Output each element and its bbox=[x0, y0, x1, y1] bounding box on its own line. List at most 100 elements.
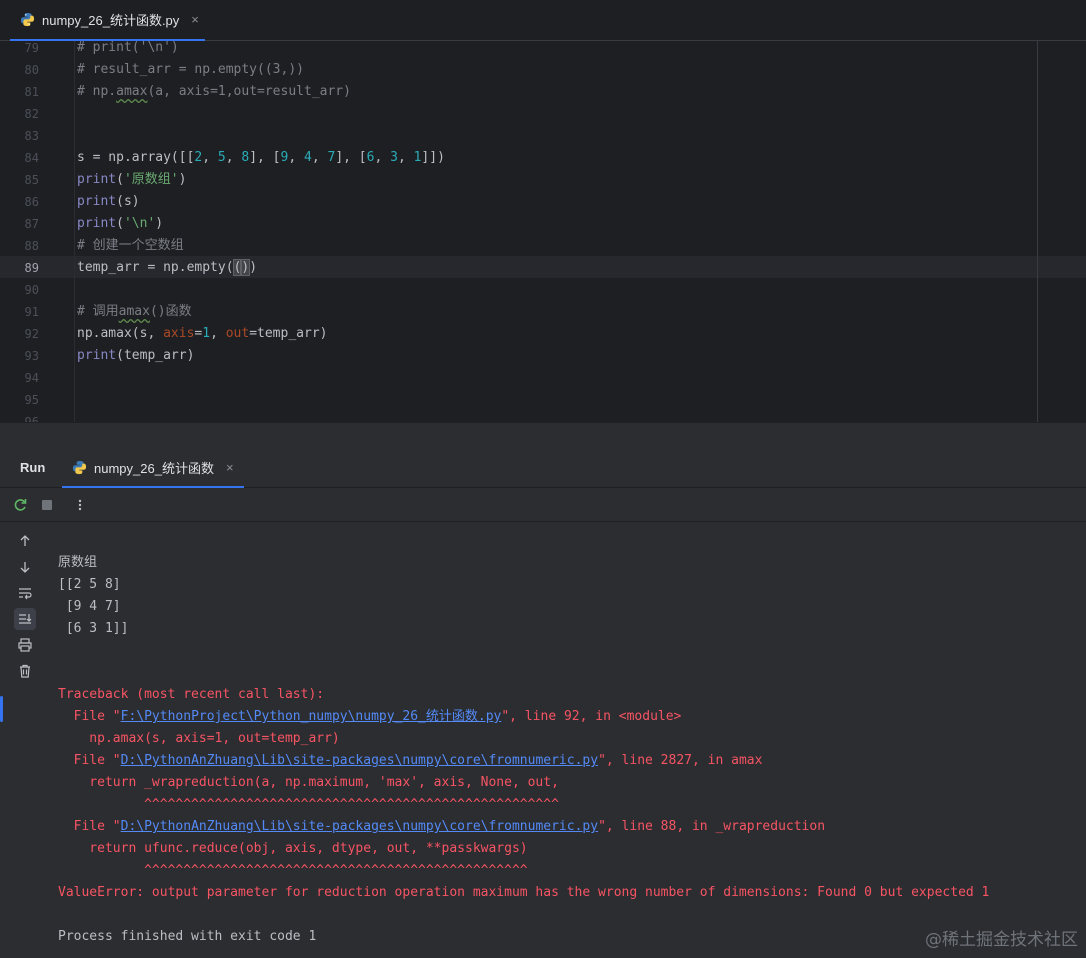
code-token: # np. bbox=[77, 84, 117, 99]
python-file-icon bbox=[20, 12, 35, 27]
code-token: ], [ bbox=[335, 150, 367, 165]
code-token: , bbox=[202, 150, 218, 165]
code-token: print bbox=[77, 172, 117, 187]
code-token: np.amax(s, bbox=[77, 326, 164, 341]
code-token: ], [ bbox=[249, 150, 281, 165]
rerun-icon[interactable] bbox=[11, 496, 29, 514]
file-link[interactable]: F:\PythonProject\Python_numpy\numpy_26_统… bbox=[121, 709, 502, 724]
code-token: s = np.array([[ bbox=[77, 150, 195, 165]
code-token: , bbox=[288, 150, 304, 165]
traceback-text: ", line 92, in <module> bbox=[501, 709, 682, 724]
traceback-text: File " bbox=[58, 819, 121, 834]
editor-tab-label: numpy_26_统计函数.py bbox=[42, 13, 180, 28]
traceback-frame: File "D:\PythonAnZhuang\Lib\site-package… bbox=[58, 816, 825, 838]
code-token: 1 bbox=[202, 326, 211, 341]
code-token: amax bbox=[118, 304, 150, 319]
line-number: 96 bbox=[24, 415, 39, 422]
stop-icon[interactable] bbox=[38, 496, 56, 514]
traceback-code: return ufunc.reduce(obj, axis, dtype, ou… bbox=[58, 841, 528, 856]
code-token: ) bbox=[249, 260, 258, 275]
exit-status: Process finished with exit code 1 bbox=[58, 929, 317, 944]
line-number: 91 bbox=[24, 305, 39, 319]
more-icon[interactable] bbox=[71, 496, 89, 514]
line-number: 81 bbox=[24, 85, 39, 99]
code-token: , bbox=[397, 150, 414, 165]
line-number: 80 bbox=[24, 63, 39, 77]
line-number: 95 bbox=[24, 393, 39, 407]
line-number: 84 bbox=[24, 151, 39, 165]
code-token: , bbox=[225, 150, 242, 165]
code-token: 3 bbox=[390, 150, 398, 165]
code-token: (temp_arr) bbox=[116, 348, 195, 363]
line-number: 93 bbox=[24, 349, 39, 363]
code-line-87: print('\n') bbox=[77, 213, 163, 235]
code-editor[interactable]: 79 80 81 82 83 84 85 86 87 88 89 90 91 9… bbox=[0, 41, 1086, 422]
code-token: temp_arr = np.empty( bbox=[77, 260, 234, 275]
traceback-code: np.amax(s, axis=1, out=temp_arr) bbox=[58, 731, 340, 746]
code-token: out bbox=[225, 326, 250, 341]
console-output[interactable]: 原数组 [[2 5 8] [9 4 7] [6 3 1]] Traceback … bbox=[46, 522, 1086, 958]
print-icon[interactable] bbox=[14, 634, 36, 656]
console-line: 原数组 bbox=[58, 555, 98, 570]
code-token: amax bbox=[116, 84, 148, 99]
run-toolbar bbox=[0, 488, 1086, 522]
error-message: ValueError: output parameter for reducti… bbox=[58, 885, 990, 900]
traceback-carets: ^^^^^^^^^^^^^^^^^^^^^^^^^^^^^^^^^^^^^^^^… bbox=[58, 797, 559, 812]
console-line: [9 4 7] bbox=[58, 599, 121, 614]
soft-wrap-icon[interactable] bbox=[14, 582, 36, 604]
code-token: ( bbox=[116, 216, 124, 231]
code-token: axis bbox=[163, 326, 195, 341]
watermark: @稀土掘金技术社区 bbox=[925, 930, 1078, 950]
close-icon[interactable]: × bbox=[191, 12, 199, 27]
active-tool-indicator bbox=[0, 696, 3, 722]
file-link[interactable]: D:\PythonAnZhuang\Lib\site-packages\nump… bbox=[121, 753, 598, 768]
traceback-text: File " bbox=[58, 709, 121, 724]
code-line-80: # result_arr = np.empty((3,)) bbox=[77, 62, 304, 77]
code-token: print bbox=[77, 194, 117, 209]
console-line: [6 3 1]] bbox=[58, 621, 129, 636]
code-token: ()函数 bbox=[149, 304, 192, 319]
code-token: # 调用 bbox=[77, 304, 119, 319]
trash-icon[interactable] bbox=[14, 660, 36, 682]
code-token: , bbox=[374, 150, 391, 165]
code-line-92: np.amax(s, axis=1, out=temp_arr) bbox=[77, 323, 327, 345]
code-line-84: s = np.array([[2, 5, 8], [9, 4, 7], [6, … bbox=[77, 147, 445, 169]
code-token: '原数组' bbox=[123, 172, 179, 187]
right-margin-guide bbox=[1037, 41, 1038, 422]
code-token: (a, axis=1,out=result_arr) bbox=[147, 84, 351, 99]
traceback-text: ", line 88, in _wrapreduction bbox=[598, 819, 826, 834]
scroll-down-icon[interactable] bbox=[14, 556, 36, 578]
traceback-text: ", line 2827, in amax bbox=[598, 753, 763, 768]
run-title: Run bbox=[20, 460, 46, 475]
run-tool-window-header: Run numpy_26_统计函数 × bbox=[0, 448, 1086, 488]
line-number-gutter: 79 80 81 82 83 84 85 86 87 88 89 90 91 9… bbox=[0, 41, 60, 422]
panel-splitter[interactable] bbox=[0, 422, 1086, 448]
close-icon[interactable]: × bbox=[226, 460, 234, 475]
line-number: 90 bbox=[24, 283, 39, 297]
code-token: 4 bbox=[304, 150, 312, 165]
editor-tab-numpy-26[interactable]: numpy_26_统计函数.py × bbox=[10, 0, 205, 41]
code-line-93: print(temp_arr) bbox=[77, 345, 194, 367]
code-token: ]]) bbox=[421, 150, 445, 165]
line-number: 88 bbox=[24, 239, 39, 253]
line-number-current: 89 bbox=[24, 261, 39, 275]
code-token: ) bbox=[178, 172, 187, 187]
scroll-up-icon[interactable] bbox=[14, 530, 36, 552]
code-line-91: # 调用amax()函数 bbox=[77, 301, 192, 323]
code-token: , bbox=[210, 326, 226, 341]
code-line-81: # np.amax(a, axis=1,out=result_arr) bbox=[77, 81, 351, 103]
code-token: 5 bbox=[217, 150, 226, 165]
scroll-to-end-icon[interactable] bbox=[14, 608, 36, 630]
line-number: 79 bbox=[24, 41, 39, 55]
code-token: ( bbox=[116, 172, 124, 187]
traceback-code: return _wrapreduction(a, np.maximum, 'ma… bbox=[58, 775, 559, 790]
code-line-89: temp_arr = np.empty(()) bbox=[77, 257, 257, 279]
file-link[interactable]: D:\PythonAnZhuang\Lib\site-packages\nump… bbox=[121, 819, 598, 834]
line-number: 86 bbox=[24, 195, 39, 209]
code-line-79: # print('\n') bbox=[77, 41, 179, 55]
code-token: ) bbox=[155, 216, 164, 231]
code-token: , bbox=[311, 150, 328, 165]
traceback-frame: File "D:\PythonAnZhuang\Lib\site-package… bbox=[58, 750, 763, 772]
console-line: [[2 5 8] bbox=[58, 577, 121, 592]
run-tab-numpy-26[interactable]: numpy_26_统计函数 × bbox=[62, 448, 244, 488]
